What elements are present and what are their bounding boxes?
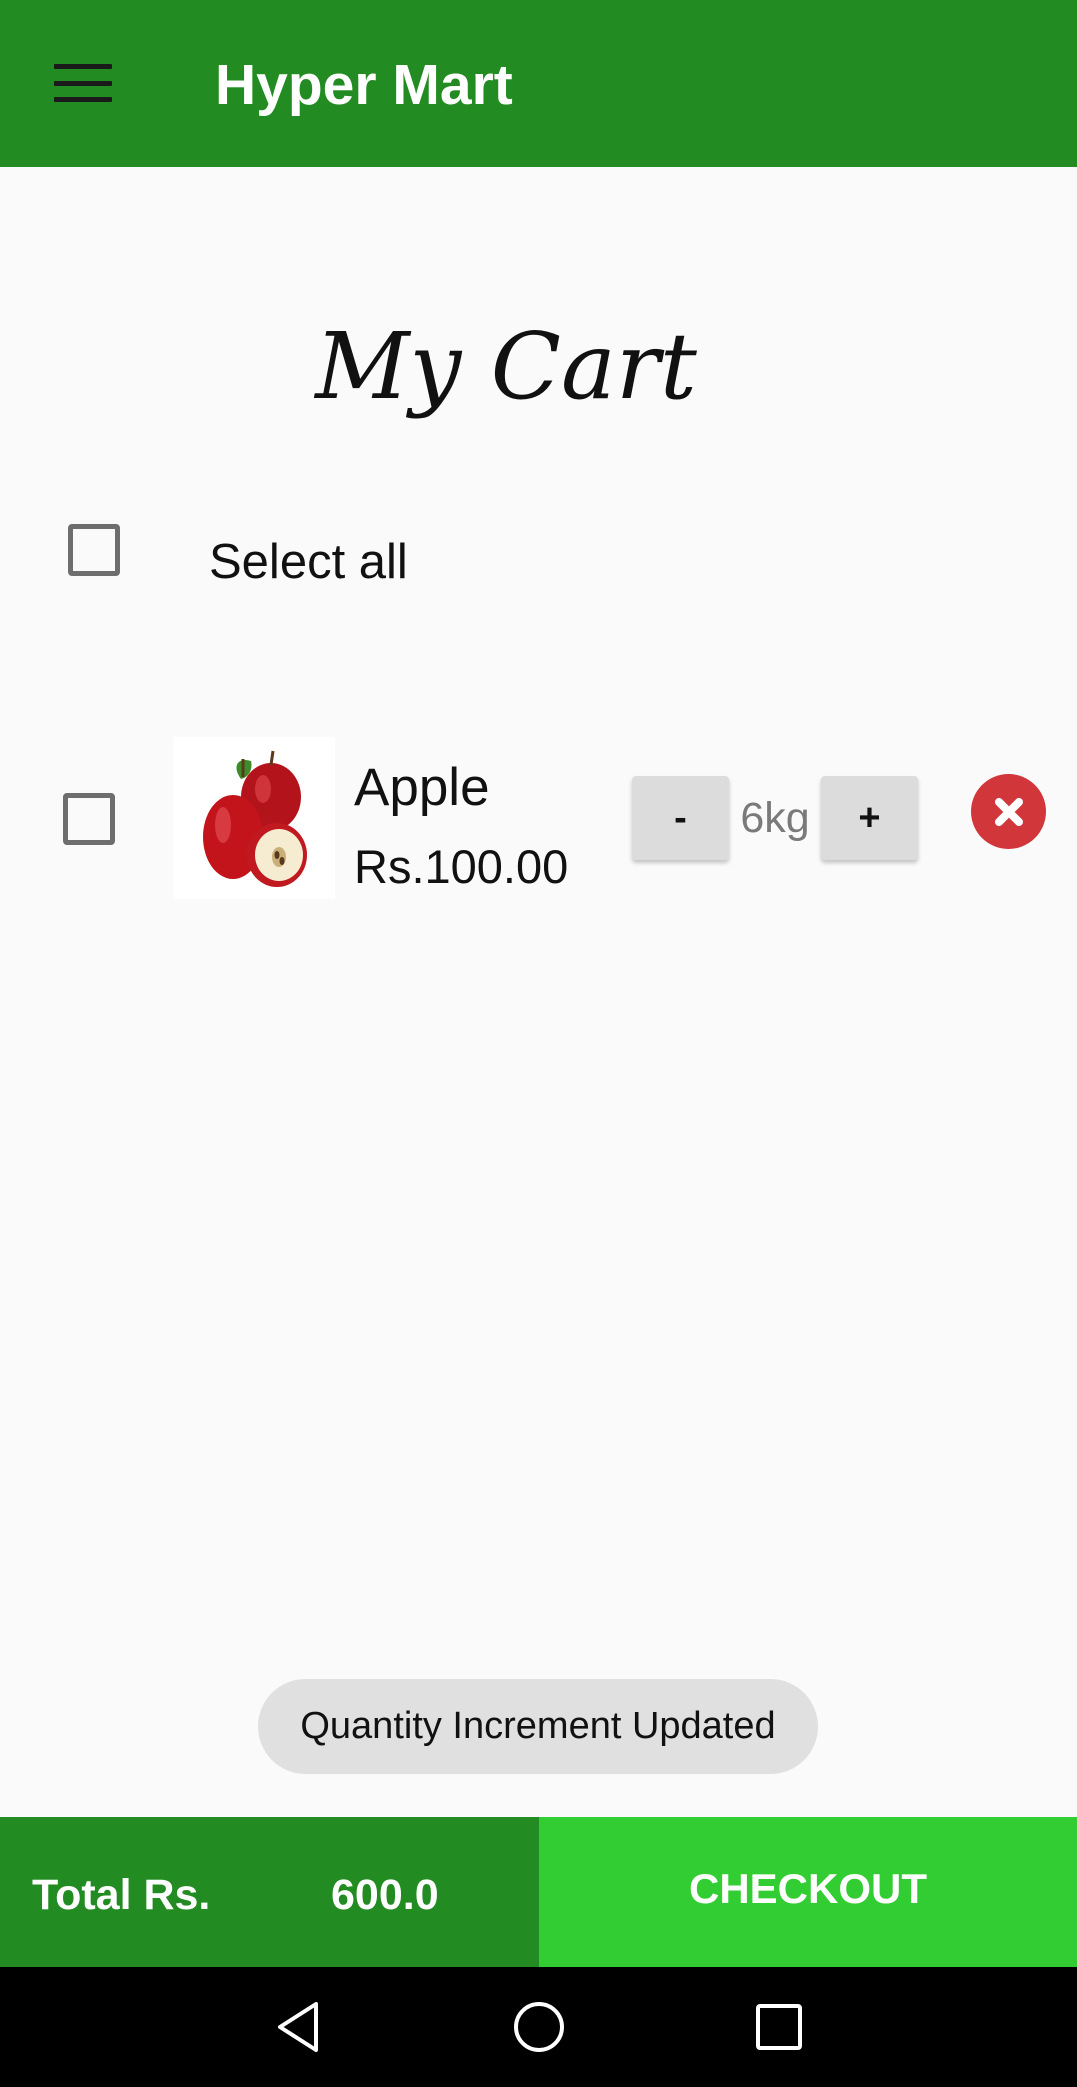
remove-x-icon[interactable] — [971, 774, 1046, 849]
app-bar: Hyper Mart — [0, 0, 1077, 167]
total-label: Total Rs. — [32, 1871, 211, 1919]
checkout-button[interactable]: CHECKOUT — [539, 1817, 1077, 1967]
total-value: 600.0 — [331, 1871, 439, 1919]
page-title: My Cart — [315, 313, 697, 420]
increment-quantity-button[interactable]: + — [821, 776, 918, 860]
recents-square-icon[interactable] — [719, 1967, 839, 2087]
system-nav-bar — [0, 1967, 1077, 2087]
select-all-checkbox[interactable] — [68, 524, 120, 576]
screen: Hyper Mart My Cart Select all Apple Rs.1… — [0, 0, 1077, 2087]
select-all-label: Select all — [209, 535, 408, 589]
quantity-value: 6kg — [740, 794, 810, 842]
hamburger-menu-icon[interactable] — [54, 64, 112, 102]
item-name: Apple — [354, 758, 490, 817]
item-price: Rs.100.00 — [354, 840, 569, 893]
app-title: Hyper Mart — [215, 53, 513, 117]
decrement-quantity-button[interactable]: - — [632, 776, 729, 860]
toast-message: Quantity Increment Updated — [258, 1679, 818, 1774]
total-bar: Total Rs. 600.0 — [0, 1817, 539, 1967]
home-circle-icon[interactable] — [479, 1967, 599, 2087]
item-checkbox[interactable] — [63, 793, 115, 845]
back-triangle-icon[interactable] — [239, 1967, 359, 2087]
apple-image — [173, 737, 335, 899]
